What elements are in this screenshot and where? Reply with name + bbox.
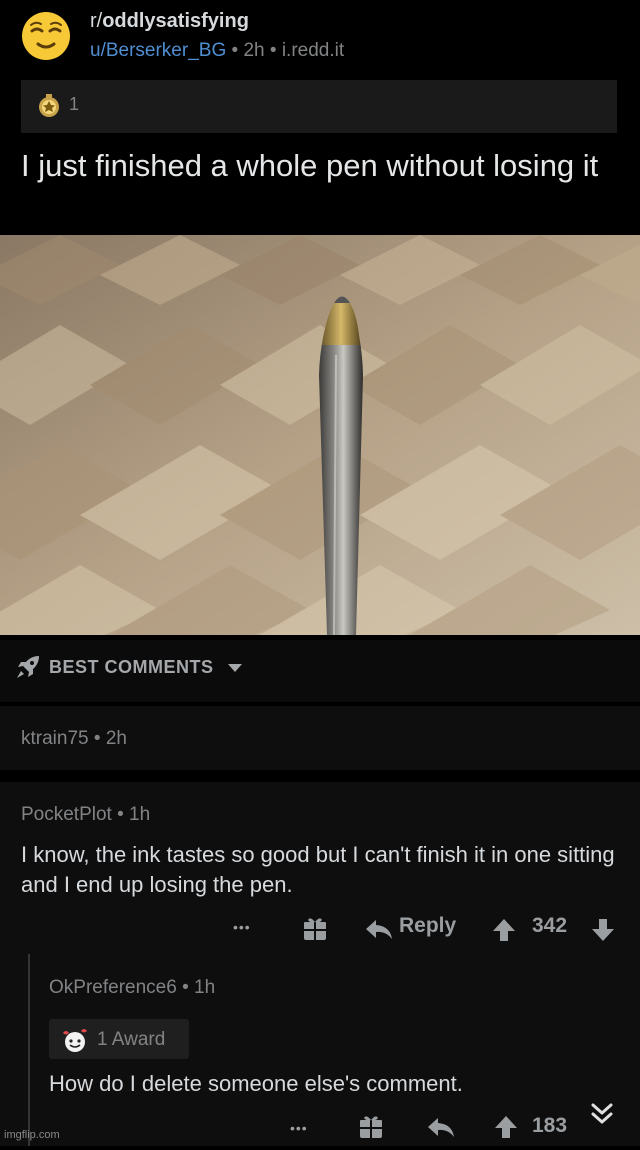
- comment-age: 1h: [129, 804, 151, 825]
- double-chevron-down-icon[interactable]: [588, 1100, 616, 1128]
- upvote-icon[interactable]: [494, 1115, 518, 1139]
- post-header: r/oddlysatisfying u/Berserker_BG • 2h • …: [0, 0, 640, 78]
- rocket-icon: [17, 656, 39, 678]
- reply-award-label: 1 Award: [97, 1029, 166, 1050]
- comment-meta: PocketPlot • 1h: [21, 804, 150, 826]
- post-meta: u/Berserker_BG • 2h • i.redd.it: [90, 40, 344, 62]
- post-image[interactable]: [0, 235, 640, 635]
- award-icon: [39, 94, 59, 117]
- reply-score: 183: [532, 1114, 568, 1137]
- reply-body: How do I delete someone else's comment.: [49, 1071, 463, 1096]
- post-awards-bar[interactable]: 1: [21, 80, 617, 133]
- comment-age: 2h: [105, 728, 127, 749]
- comment-body: I know, the ink tastes so good but I can…: [21, 842, 615, 897]
- reply-meta: OkPreference6 • 1h: [49, 977, 215, 999]
- meta-separator: •: [93, 728, 101, 749]
- comment-meta: ktrain75 • 2h: [21, 728, 127, 750]
- reply-icon: [366, 920, 392, 939]
- comment-author[interactable]: ktrain75: [21, 728, 89, 749]
- meta-separator: •: [231, 40, 239, 61]
- wholesome-award-icon: [63, 1029, 87, 1052]
- reply-age: 1h: [194, 977, 216, 998]
- sort-bar[interactable]: BEST COMMENTS: [0, 640, 640, 702]
- meta-separator: •: [269, 40, 277, 61]
- watermark: imgflip.com: [4, 1129, 60, 1141]
- subreddit-icon[interactable]: [21, 11, 71, 61]
- subreddit-label: oddlysatisfying: [102, 10, 249, 32]
- reply-author[interactable]: OkPreference6: [49, 977, 177, 998]
- post-age: 2h: [243, 40, 265, 61]
- subreddit-prefix: r/: [90, 10, 103, 32]
- sort-label: BEST COMMENTS: [49, 657, 214, 677]
- more-options-button[interactable]: •••: [233, 919, 251, 949]
- upvote-icon[interactable]: [492, 918, 516, 942]
- comment-card: PocketPlot • 1h I know, the ink tastes s…: [0, 782, 640, 1146]
- post-domain-link[interactable]: i.redd.it: [282, 40, 344, 61]
- reply-icon[interactable]: [428, 1118, 454, 1138]
- post-author-link[interactable]: u/Berserker_BG: [90, 40, 226, 61]
- meta-separator: •: [117, 804, 124, 825]
- comment-author[interactable]: PocketPlot: [21, 804, 112, 825]
- chevron-down-icon: [228, 664, 242, 672]
- comment-score: 342: [532, 914, 568, 937]
- subreddit-name[interactable]: r/oddlysatisfying: [90, 10, 249, 33]
- thread-line[interactable]: [28, 954, 30, 1146]
- award-count: 1: [69, 94, 80, 114]
- downvote-icon[interactable]: [591, 918, 615, 942]
- reply-award-badge[interactable]: 1 Award: [49, 1019, 189, 1059]
- meta-separator: •: [182, 977, 189, 998]
- reply-button[interactable]: Reply: [399, 914, 456, 944]
- post-title[interactable]: I just finished a whole pen without losi…: [21, 147, 621, 184]
- collapsed-comment[interactable]: ktrain75 • 2h: [0, 706, 640, 770]
- gift-icon[interactable]: [358, 1114, 384, 1140]
- gift-icon[interactable]: [302, 916, 328, 942]
